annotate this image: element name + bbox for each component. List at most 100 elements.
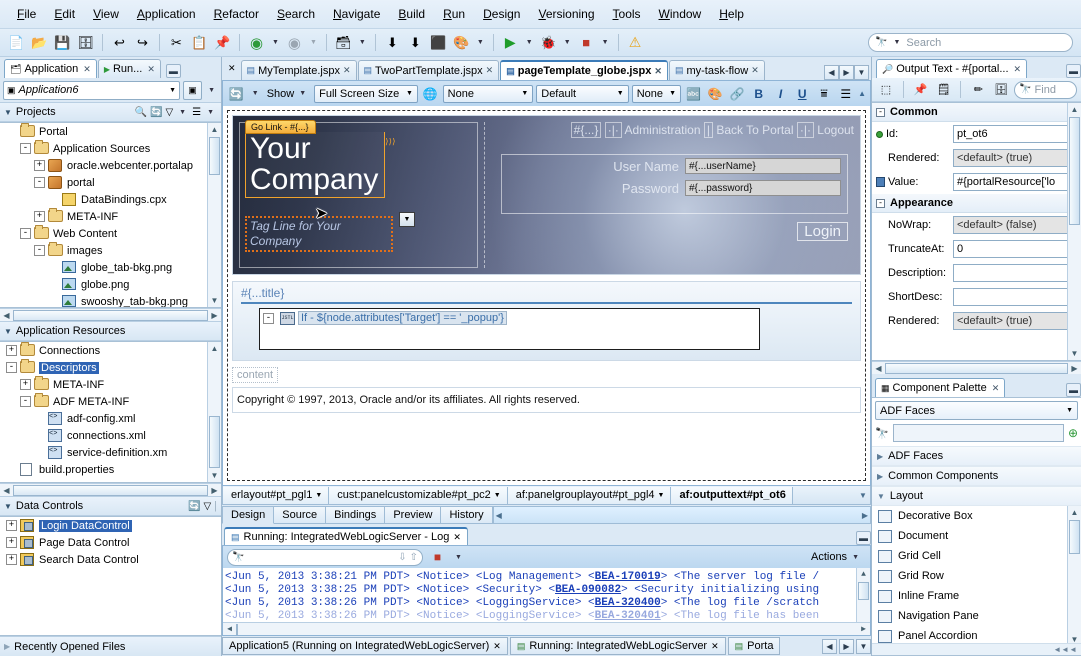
inspector-property-value[interactable] [953, 264, 1077, 282]
editor-tab-twoparttemplate-jspx[interactable]: ▤ TwoPartTemplate.jspx ✕ [357, 60, 500, 80]
palette-group-common-components[interactable]: ▶ Common Components [872, 466, 1081, 486]
run-icon[interactable]: ▶ [500, 32, 521, 53]
tree-row[interactable]: - Application Sources [0, 139, 221, 157]
scroll-left-icon[interactable]: ◀ [224, 624, 235, 635]
tab-application[interactable]: 🗂 Application ✕ [4, 59, 97, 78]
tab-output-text-properties[interactable]: 🔎 Output Text - #{portal... ✕ [876, 59, 1028, 78]
chevron-down-icon[interactable]: ▼ [406, 90, 413, 97]
build-icon[interactable]: ⬛ [428, 32, 449, 53]
view-tabs-scroll-area[interactable]: ◀ ▶ [492, 506, 871, 524]
close-icon[interactable]: ✕ [654, 66, 662, 77]
cut-icon[interactable]: ✂ [166, 32, 187, 53]
inspector-property-value[interactable]: 0 [953, 240, 1077, 258]
scroll-right-icon[interactable]: ▶ [209, 485, 220, 496]
collapse-icon[interactable]: - [6, 362, 17, 373]
log-output[interactable]: <Jun 5, 2013 3:38:21 PM PDT> <Notice> <L… [222, 568, 871, 636]
status-tab[interactable]: ▤ Running: IntegratedWebLogicServer ✕ [509, 637, 726, 655]
underline-button[interactable]: U [793, 84, 812, 104]
breadcrumb-overflow-icon[interactable]: ▼ [856, 491, 870, 500]
view-options-dropdown-icon[interactable]: ▼ [204, 109, 217, 116]
hscroll-thumb[interactable] [885, 362, 1068, 374]
sql-dropdown-icon[interactable]: ▼ [356, 39, 369, 46]
search-down-icon[interactable]: ⇩ [398, 552, 406, 563]
scroll-thumb[interactable] [1069, 520, 1080, 554]
scroll-left-icon[interactable]: ◀ [1, 485, 12, 496]
tree-row[interactable]: DataBindings.cpx [0, 191, 221, 208]
navigate-back-dropdown-icon[interactable]: ▼ [269, 39, 282, 46]
chevron-down-icon[interactable]: ▼ [658, 492, 665, 499]
menu-design[interactable]: Design [474, 4, 529, 24]
chevron-down-icon[interactable]: ▼ [521, 90, 528, 97]
debug-dropdown-icon[interactable]: ▼ [561, 39, 574, 46]
menu-tools[interactable]: Tools [604, 4, 650, 24]
font-combo[interactable]: Default ▼ [536, 84, 629, 103]
application-combo[interactable]: ▣ Application6 ▼ [3, 80, 181, 100]
data-controls-header[interactable]: ▼ Data Controls 🔄 ▽ | [0, 496, 221, 516]
new-property-icon[interactable]: 🗒 [934, 79, 954, 100]
expand-twisty-icon[interactable]: ▶ [877, 452, 883, 461]
sql-console-icon[interactable]: 🗃 [333, 32, 354, 53]
content-facet-badge[interactable]: content [232, 367, 279, 383]
inspector-property-value[interactable]: <default> (true) [953, 312, 1077, 330]
scroll-left-icon[interactable]: ◀ [873, 363, 884, 374]
hscroll-thumb[interactable] [13, 484, 208, 496]
tree-row[interactable]: + Search Data Control [0, 551, 221, 568]
save-icon[interactable]: 💾 [52, 32, 73, 53]
menu-view[interactable]: View [84, 4, 128, 24]
collapse-icon[interactable]: - [263, 312, 274, 324]
recently-opened-files-header[interactable]: ▶ Recently Opened Files [0, 636, 221, 656]
close-icon[interactable]: ✕ [83, 64, 91, 75]
palette-group-adf-faces[interactable]: ▶ ADF Faces [872, 446, 1081, 466]
close-icon[interactable]: ✕ [751, 65, 759, 76]
tree-row[interactable]: - Descriptors [0, 358, 221, 376]
tree-row[interactable]: globe_tab-bkg.png [0, 259, 221, 276]
scroll-left-icon[interactable]: ◀ [1, 310, 12, 321]
status-list-dropdown-icon[interactable]: ▼ [856, 638, 871, 654]
minimize-panel-button[interactable]: ▬ [165, 64, 181, 78]
minimize-log-button[interactable]: ▬ [856, 531, 871, 545]
palette-item-decorative-box[interactable]: Decorative Box [872, 506, 1081, 526]
run-dropdown-icon[interactable]: ▼ [523, 39, 536, 46]
scroll-thumb[interactable] [209, 137, 220, 175]
view-options-icon[interactable]: ☰ [192, 107, 201, 118]
design-canvas[interactable]: Go Link - #{...} Your Company ⟩⟩⟩⟩⟩⟩⟩⟩⟩⟩… [227, 110, 866, 481]
close-icon[interactable]: ✕ [711, 641, 719, 652]
go-link-tag[interactable]: Go Link - #{...} [245, 120, 316, 134]
project-tree-scrollbar[interactable]: ▲ ▼ [207, 123, 221, 307]
debug-icon[interactable]: 🐞 [538, 32, 559, 53]
tree-row[interactable]: + META-INF [0, 207, 221, 225]
view-tab-bindings[interactable]: Bindings [326, 506, 386, 524]
menu-search[interactable]: Search [268, 4, 324, 24]
navigate-forward-icon[interactable]: ◉ [284, 32, 305, 53]
status-scroll-left-icon[interactable]: ◀ [822, 638, 837, 654]
project-tree-hscrollbar[interactable]: ◀ ▶ [0, 308, 221, 321]
menu-run[interactable]: Run [434, 4, 474, 24]
menu-refactor[interactable]: Refactor [205, 4, 268, 24]
collapse-twisty-icon[interactable]: ▼ [4, 502, 12, 511]
link-icon[interactable]: 🔗 [728, 84, 747, 104]
view-tab-source[interactable]: Source [274, 506, 327, 524]
scroll-up-icon[interactable]: ▲ [1068, 506, 1081, 519]
view-tab-preview[interactable]: Preview [385, 506, 442, 524]
palette-item-grid-row[interactable]: Grid Row [872, 566, 1081, 586]
scroll-thumb[interactable] [209, 416, 220, 468]
warning-icon[interactable]: ⚠ [625, 32, 646, 53]
palette-item-document[interactable]: Document [872, 526, 1081, 546]
scroll-right-icon[interactable]: ▶ [1069, 363, 1080, 374]
tree-row[interactable]: <> connections.xml [0, 427, 221, 444]
collapse-twisty-icon[interactable]: ▼ [4, 108, 12, 117]
ordered-list-icon[interactable]: ⩸ [815, 84, 834, 104]
collapse-icon[interactable]: - [34, 177, 45, 188]
status-tab[interactable]: ▤ Porta [727, 637, 781, 655]
editor-tab-pagetemplate-globe-jspx[interactable]: ▤ pageTemplate_globe.jspx ✕ [500, 60, 668, 80]
pin-icon[interactable]: 📌 [911, 79, 931, 100]
chevron-down-icon[interactable]: ▼ [315, 492, 322, 499]
scroll-right-icon[interactable]: ▶ [862, 511, 868, 520]
chevron-down-icon[interactable]: ▼ [494, 492, 501, 499]
back-to-portal-link[interactable]: Back To Portal [716, 123, 793, 137]
menu-file[interactable]: File [8, 4, 45, 24]
tree-row[interactable]: <> service-definition.xm [0, 444, 221, 461]
close-icon[interactable]: ✕ [453, 532, 461, 543]
save-all-icon[interactable]: 🗄 [75, 32, 96, 53]
expand-icon[interactable]: + [34, 211, 45, 222]
